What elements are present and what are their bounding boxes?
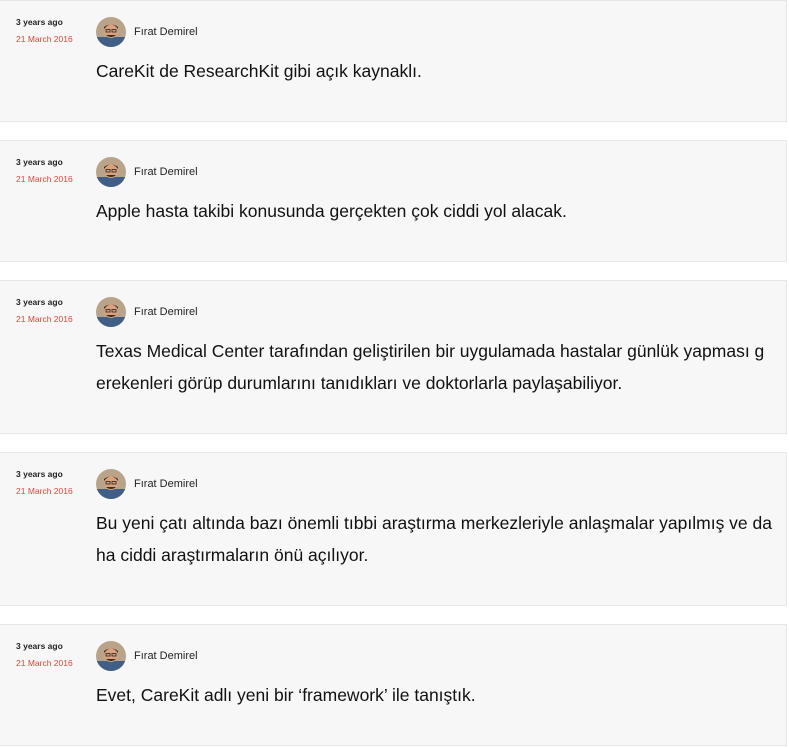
post-text: Evet, CareKit adlı yeni bir ‘framework’ … [96, 685, 476, 705]
author-name: Fırat Demirel [134, 650, 198, 662]
live-post: 3 years ago 21 March 2016 Fırat Demirel … [0, 624, 787, 746]
live-blog-feed: 3 years ago 21 March 2016 Fırat Demirel … [0, 0, 789, 748]
live-post: 3 years ago 21 March 2016 Fırat Demirel … [0, 0, 787, 122]
post-author: Fırat Demirel [96, 469, 198, 499]
author-name: Fırat Demirel [134, 306, 198, 318]
author-name: Fırat Demirel [134, 166, 198, 178]
avatar-icon [96, 17, 126, 47]
avatar-icon [96, 157, 126, 187]
post-date[interactable]: 21 March 2016 [16, 33, 86, 45]
avatar-icon [96, 641, 126, 671]
post-text: Texas Medical Center tarafından geliştir… [96, 341, 765, 393]
time-ago: 3 years ago [16, 641, 63, 651]
time-ago: 3 years ago [16, 469, 63, 479]
author-name: Fırat Demirel [134, 26, 198, 38]
post-text: CareKit de ResearchKit gibi açık kaynakl… [96, 61, 422, 81]
live-post: 3 years ago 21 March 2016 Fırat Demirel … [0, 280, 787, 434]
avatar-icon [96, 469, 126, 499]
post-author: Fırat Demirel [96, 17, 198, 47]
avatar-icon [96, 297, 126, 327]
time-ago: 3 years ago [16, 17, 63, 27]
live-post: 3 years ago 21 March 2016 Fırat Demirel … [0, 452, 787, 606]
post-date[interactable]: 21 March 2016 [16, 485, 86, 497]
post-author: Fırat Demirel [96, 157, 198, 187]
time-ago: 3 years ago [16, 157, 63, 167]
post-author: Fırat Demirel [96, 297, 198, 327]
post-meta: 3 years ago 21 March 2016 [16, 16, 86, 45]
time-ago: 3 years ago [16, 297, 63, 307]
author-name: Fırat Demirel [134, 478, 198, 490]
post-meta: 3 years ago 21 March 2016 [16, 468, 86, 497]
post-date[interactable]: 21 March 2016 [16, 173, 86, 185]
post-meta: 3 years ago 21 March 2016 [16, 156, 86, 185]
post-meta: 3 years ago 21 March 2016 [16, 640, 86, 669]
post-date[interactable]: 21 March 2016 [16, 657, 86, 669]
post-date[interactable]: 21 March 2016 [16, 313, 86, 325]
post-author: Fırat Demirel [96, 641, 198, 671]
live-post: 3 years ago 21 March 2016 Fırat Demirel … [0, 140, 787, 262]
post-text: Apple hasta takibi konusunda gerçekten ç… [96, 201, 567, 221]
post-meta: 3 years ago 21 March 2016 [16, 296, 86, 325]
post-text: Bu yeni çatı altında bazı önemli tıbbi a… [96, 513, 772, 565]
